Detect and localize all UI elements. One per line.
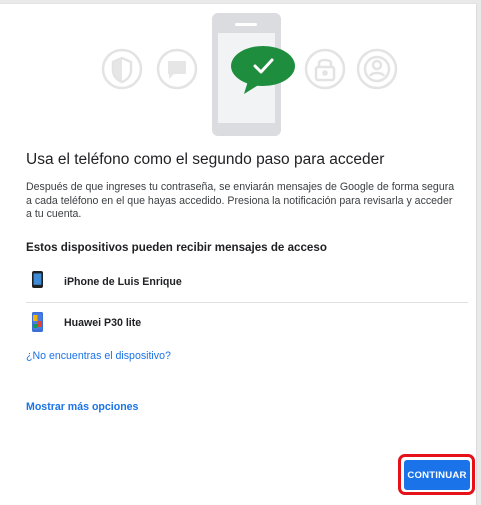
page-title: Usa el teléfono como el segundo paso par… xyxy=(26,151,385,168)
device-item-iphone: iPhone de Luis Enrique xyxy=(26,265,468,301)
page-description: Después de que ingreses tu contraseña, s… xyxy=(26,181,455,221)
phone-prompt-illustration xyxy=(101,13,398,136)
account-icon xyxy=(356,48,398,90)
more-options-link[interactable]: Mostrar más opciones xyxy=(26,401,138,413)
device-name: iPhone de Luis Enrique xyxy=(64,276,182,288)
lock-icon xyxy=(304,48,346,90)
continue-button[interactable]: CONTINUAR xyxy=(404,460,470,490)
android-phone-icon xyxy=(32,312,43,332)
device-not-found-link[interactable]: ¿No encuentras el dispositivo? xyxy=(26,350,171,362)
device-name: Huawei P30 lite xyxy=(64,317,142,329)
device-item-huawei: Huawei P30 lite xyxy=(26,306,468,342)
two-step-card: Usa el teléfono como el segundo paso par… xyxy=(0,3,477,505)
iphone-icon xyxy=(32,271,43,288)
devices-heading: Estos dispositivos pueden recibir mensaj… xyxy=(26,241,327,254)
divider xyxy=(26,302,468,303)
